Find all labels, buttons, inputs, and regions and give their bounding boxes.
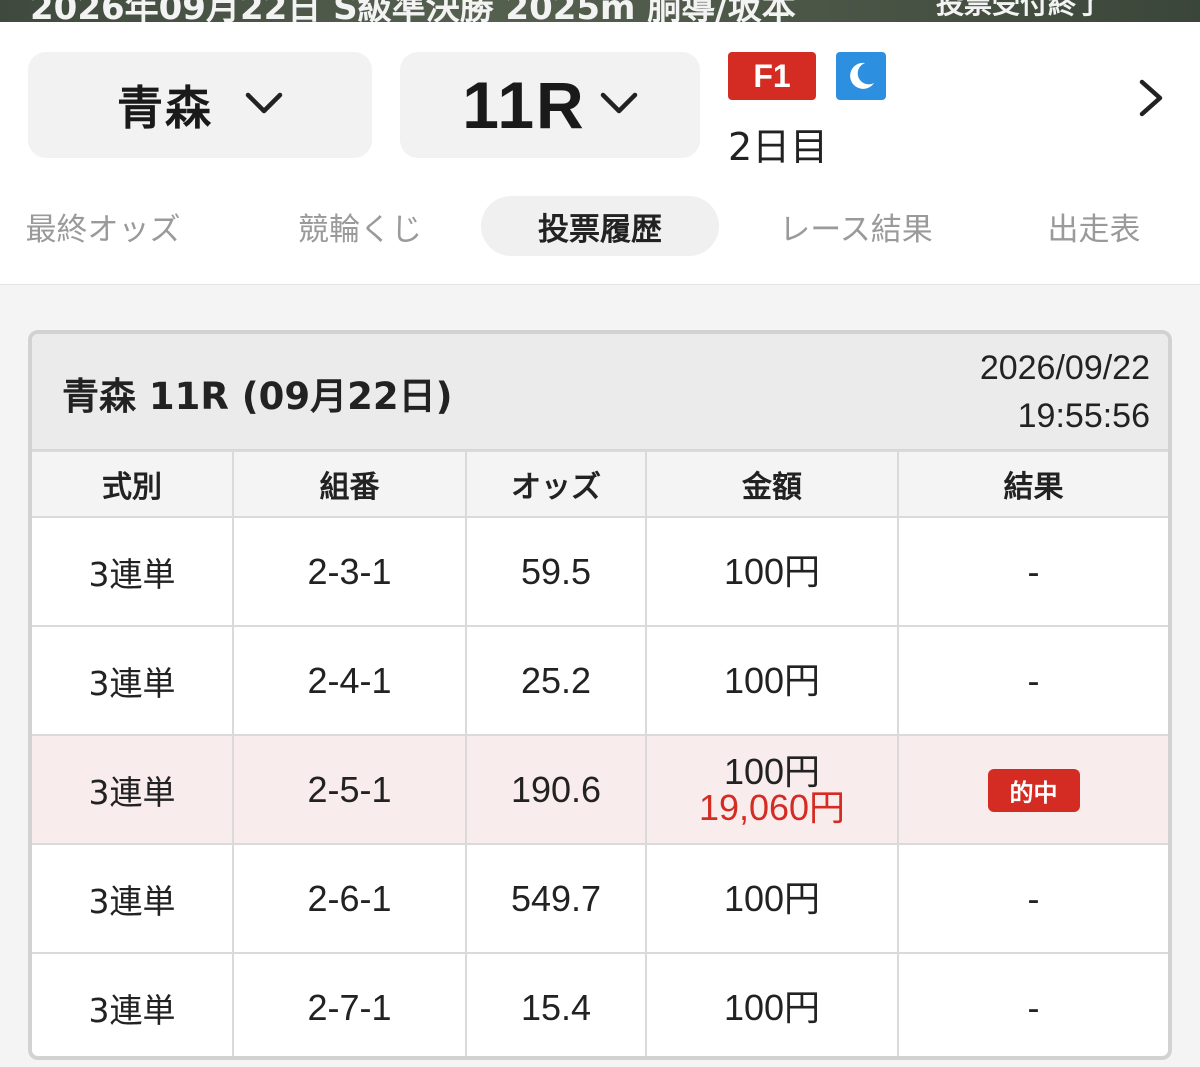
bet-odds: 190.6 <box>465 734 647 845</box>
race-selector[interactable]: 11R <box>400 52 700 158</box>
bet-odds: 549.7 <box>465 843 647 954</box>
venue-selector[interactable]: 青森 <box>28 52 372 158</box>
tab-bar: 最終オッズ 競輪くじ 投票履歴 レース結果 出走表 <box>0 196 1200 256</box>
tab-bet-history[interactable]: 投票履歴 <box>481 196 719 256</box>
bet-result: - <box>897 843 1168 954</box>
tab-keirin-kuji[interactable]: 競輪くじ <box>262 196 458 256</box>
bet-type: 3連単 <box>32 625 234 736</box>
bet-combination: 2-7-1 <box>232 952 467 1056</box>
tab-race-result[interactable]: レース結果 <box>760 196 952 256</box>
bet-odds: 15.4 <box>465 952 647 1056</box>
bet-odds: 59.5 <box>465 516 647 627</box>
amount-value: 100円 <box>723 550 821 592</box>
race-day-label: 2日目 <box>728 125 829 169</box>
bet-timestamp: 2026/09/22 19:55:56 <box>980 344 1150 440</box>
bet-type: 3連単 <box>32 734 234 845</box>
amount-value: 100円 <box>723 750 821 792</box>
table-row: 3連単 2-6-1 549.7 100円 - <box>32 843 1168 954</box>
bet-combination: 2-4-1 <box>232 625 467 736</box>
race-info-text: 2026年09月22日 S級準決勝 2025m 胴導/坂本 <box>30 0 796 22</box>
bet-combination: 2-6-1 <box>232 843 467 954</box>
table-row: 3連単 2-4-1 25.2 100円 - <box>32 625 1168 736</box>
card-header: 青森 11R (09月22日) 2026/09/22 19:55:56 <box>32 334 1168 450</box>
bet-combination: 2-5-1 <box>232 734 467 845</box>
bet-result: - <box>897 625 1168 736</box>
bet-odds: 25.2 <box>465 625 647 736</box>
table-row: 3連単 2-3-1 59.5 100円 - <box>32 516 1168 627</box>
amount-value: 100円 <box>723 659 821 701</box>
payout-value: 19,060円 <box>698 786 846 828</box>
tab-final-odds[interactable]: 最終オッズ <box>10 196 196 256</box>
moon-icon <box>836 52 886 100</box>
voting-status-text: 投票受付終了 <box>936 0 1105 20</box>
bet-amount: 100円 <box>645 625 899 736</box>
amount-value: 100円 <box>723 877 821 919</box>
bet-history-table: 式別 組番 オッズ 金額 結果 3連単 2-3-1 59.5 100円 - 3連… <box>32 450 1168 1056</box>
chevron-down-icon <box>245 91 283 119</box>
bet-result: - <box>897 952 1168 1056</box>
bet-result: 的中 <box>897 734 1168 845</box>
column-header-odds: オッズ <box>465 450 647 518</box>
table-header-row: 式別 組番 オッズ 金額 結果 <box>32 450 1168 518</box>
bet-result: - <box>897 516 1168 627</box>
tab-race-card[interactable]: 出走表 <box>1022 196 1166 256</box>
chevron-down-icon <box>600 91 638 119</box>
bet-amount: 100円 <box>645 516 899 627</box>
column-header-amount: 金額 <box>645 450 899 518</box>
column-header-combination: 組番 <box>232 450 467 518</box>
bet-date: 2026/09/22 <box>979 349 1150 387</box>
grade-badge: F1 <box>728 52 816 100</box>
column-header-type: 式別 <box>32 450 234 518</box>
column-header-result: 結果 <box>897 450 1168 518</box>
bet-amount: 100円 <box>645 843 899 954</box>
race-number-label: 11R <box>462 68 586 142</box>
bet-time: 19:55:56 <box>1017 397 1150 435</box>
bet-type: 3連単 <box>32 516 234 627</box>
table-row: 3連単 2-7-1 15.4 100円 - <box>32 952 1168 1056</box>
amount-value: 100円 <box>723 986 821 1028</box>
bet-combination: 2-3-1 <box>232 516 467 627</box>
chevron-right-icon[interactable] <box>1136 78 1166 122</box>
bet-type: 3連単 <box>32 952 234 1056</box>
table-row-hit: 3連単 2-5-1 190.6 100円 19,060円 的中 <box>32 734 1168 845</box>
hit-badge: 的中 <box>987 768 1080 812</box>
bet-amount: 100円 19,060円 <box>645 734 899 845</box>
venue-label: 青森 <box>117 81 213 135</box>
card-title: 青森 11R (09月22日) <box>62 375 453 418</box>
race-info-banner: 2026年09月22日 S級準決勝 2025m 胴導/坂本 投票受付終了 <box>0 0 1200 22</box>
bet-amount: 100円 <box>645 952 899 1056</box>
bet-type: 3連単 <box>32 843 234 954</box>
bet-history-card: 青森 11R (09月22日) 2026/09/22 19:55:56 式別 組… <box>28 330 1172 1060</box>
